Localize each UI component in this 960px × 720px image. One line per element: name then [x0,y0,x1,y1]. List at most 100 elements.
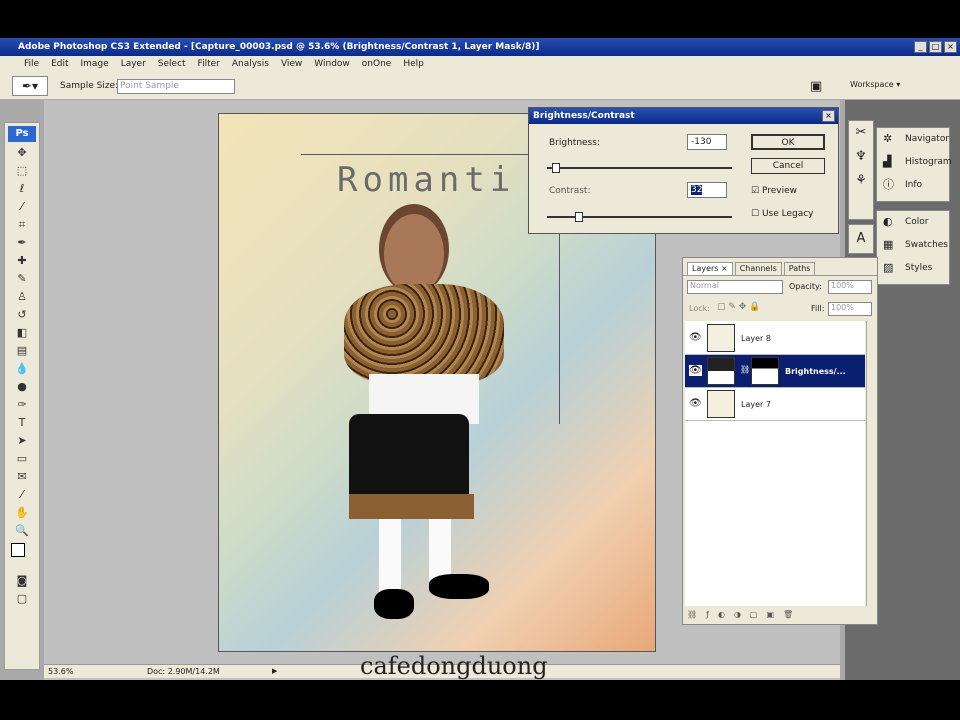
opacity-input[interactable]: 100% [828,280,872,294]
ok-button[interactable]: OK [751,134,825,150]
dialog-close-button[interactable]: × [822,110,835,122]
eyedropper-tool-icon[interactable]: ✒ [14,235,30,251]
crop-tool-icon[interactable]: ⌗ [14,217,30,233]
foreground-color[interactable] [11,543,25,557]
preview-checkbox[interactable]: ☑ Preview [751,186,797,196]
fill-input[interactable]: 100% [828,302,872,316]
type-tool-icon[interactable]: T [14,415,30,431]
zoom-tool-icon[interactable]: 🔍 [14,523,30,539]
marquee-tool-icon[interactable]: ⬚ [14,163,30,179]
layer-row-selected[interactable]: 👁 ⛓ Brightness/... [685,355,865,388]
layer-thumbnail [707,390,735,418]
pen-tool-icon[interactable]: ✑ [14,397,30,413]
layer-row[interactable]: 👁 Layer 8 [685,322,865,355]
layers-bottom-buttons[interactable]: ⛓ƒ◐◑▢▣🗑 [687,610,802,619]
dodge-tool-icon[interactable]: ● [14,379,30,395]
contrast-slider[interactable] [547,212,732,222]
histogram-label: Histogram [905,157,952,167]
styles-tab[interactable]: ▨ Styles [877,257,949,280]
brightness-slider-thumb[interactable] [552,163,561,173]
brushes-icon[interactable]: ♆ [849,145,873,169]
tab-layers[interactable]: Layers × [687,262,733,275]
notes-tool-icon[interactable]: ✉ [14,469,30,485]
info-icon: ⓘ [883,178,894,191]
magic-wand-tool-icon[interactable]: ⁄ [14,199,30,215]
navigator-icon: ✲ [883,132,893,145]
healing-brush-tool-icon[interactable]: ✚ [14,253,30,269]
layers-scrollbar[interactable] [866,321,876,606]
layer-thumbnail [707,324,735,352]
opacity-value: 100% [831,281,854,290]
shape-tool-icon[interactable]: ▭ [14,451,30,467]
character-panel-icon[interactable]: A [848,224,874,254]
menu-view[interactable]: View [281,59,302,69]
hand-tool-icon[interactable]: ✋ [14,505,30,521]
brightness-slider[interactable] [547,163,732,173]
move-tool-icon[interactable]: ✥ [14,145,30,161]
histogram-tab[interactable]: ▟ Histogram [877,151,952,174]
layer-row[interactable]: 👁 Layer 7 [685,388,865,421]
sample-size-select[interactable]: Point Sample [117,79,235,94]
lock-label: Lock: [689,304,710,313]
brightness-input[interactable]: -130 [687,134,727,150]
menu-analysis[interactable]: Analysis [232,59,269,69]
menu-image[interactable]: Image [81,59,109,69]
brush-tool-icon[interactable]: ✎ [14,271,30,287]
tab-channels[interactable]: Channels [734,262,782,275]
use-legacy-label: Use Legacy [761,209,814,219]
eraser-tool-icon[interactable]: ◧ [14,325,30,341]
layer-mask-thumbnail[interactable] [751,357,779,385]
menu-layer[interactable]: Layer [121,59,146,69]
status-arrow-icon[interactable]: ▶ [272,665,277,678]
tool-presets-icon[interactable]: ✂ [849,121,873,145]
workspace-menu[interactable]: Workspace ▾ [850,80,900,89]
menu-edit[interactable]: Edit [51,59,68,69]
lock-icons[interactable]: ▢ ✎ ✥ 🔒 [717,302,760,312]
fill-value: 100% [831,303,854,312]
brightness-label: Brightness: [549,138,600,148]
visibility-eye-icon[interactable]: 👁 [689,332,702,343]
menu-filter[interactable]: Filter [198,59,220,69]
blur-tool-icon[interactable]: 💧 [14,361,30,377]
lasso-tool-icon[interactable]: ℓ [14,181,30,197]
collapsed-panel-icons: ✂ ♆ ⚘ [848,120,874,220]
contrast-input[interactable]: 32 [687,182,727,198]
visibility-eye-icon[interactable]: 👁 [689,398,702,409]
menu-file[interactable]: File [24,59,39,69]
tab-paths[interactable]: Paths [783,262,816,275]
maximize-button[interactable]: □ [929,41,942,53]
info-tab[interactable]: ⓘ Info [877,174,949,197]
mask-link-icon[interactable]: ⛓ [740,365,750,374]
info-label: Info [905,180,923,190]
contrast-slider-thumb[interactable] [575,212,584,222]
history-brush-tool-icon[interactable]: ↺ [14,307,30,323]
screen-mode-icon[interactable]: ▢ [14,591,30,607]
navigator-tab[interactable]: ✲ Navigator [877,128,949,151]
color-tab[interactable]: ◐ Color [877,211,949,234]
menu-select[interactable]: Select [158,59,186,69]
window-title: Adobe Photoshop CS3 Extended - [Capture_… [18,42,540,52]
minimize-button[interactable]: _ [914,41,927,53]
path-selection-tool-icon[interactable]: ➤ [14,433,30,449]
use-legacy-checkbox[interactable]: ☐ Use Legacy [751,209,814,219]
eyedropper2-tool-icon[interactable]: ⁄ [14,487,30,503]
quick-mask-icon[interactable]: ◙ [14,573,30,589]
bridge-icon[interactable]: ▣ [810,79,822,94]
color-icon: ◐ [883,215,893,228]
blend-mode-select[interactable]: Normal [687,280,783,294]
cancel-button[interactable]: Cancel [751,158,825,174]
swatches-tab[interactable]: ▦ Swatches [877,234,949,257]
close-button[interactable]: × [944,41,957,53]
menu-window[interactable]: Window [314,59,350,69]
zoom-level[interactable]: 53.6% [48,665,73,678]
gradient-tool-icon[interactable]: ▤ [14,343,30,359]
color-swatches[interactable] [5,543,39,569]
contrast-label: Contrast: [549,186,591,196]
eyedropper-tool-preset[interactable]: ✒▾ [12,76,48,96]
menu-help[interactable]: Help [403,59,424,69]
menu-onone[interactable]: onOne [362,59,392,69]
clone-source-icon[interactable]: ⚘ [849,169,873,193]
clone-stamp-tool-icon[interactable]: ♙ [14,289,30,305]
visibility-eye-icon[interactable]: 👁 [689,365,702,376]
preview-label: Preview [761,186,797,196]
